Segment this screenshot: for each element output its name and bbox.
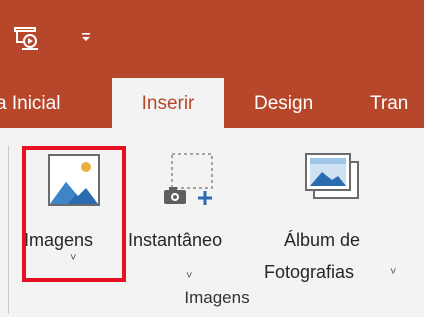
powerpoint-ribbon: a Inicial Inserir Design Tran Imagens ˅: [0, 0, 424, 317]
chevron-down-icon: ˅: [390, 266, 397, 278]
presenter-icon[interactable]: [12, 24, 42, 54]
ribbon-tabs: a Inicial Inserir Design Tran: [0, 78, 424, 130]
photo-album-label-line1: Álbum de: [284, 230, 361, 250]
screenshot-button-label: Instantâneo: [128, 230, 223, 250]
group-label-images: Imagens: [184, 288, 250, 307]
photo-album-icon: [305, 153, 359, 199]
photo-album-label-line2: Fotografias: [264, 262, 355, 282]
tab-transitions[interactable]: Tran: [370, 78, 408, 128]
screenshot-icon: [164, 153, 213, 205]
highlight-box: [22, 146, 126, 282]
title-bar: [0, 0, 424, 78]
customize-qat-icon[interactable]: [74, 25, 98, 49]
tab-design[interactable]: Design: [254, 78, 313, 128]
chevron-down-icon: ˅: [186, 270, 193, 282]
photo-album-button[interactable]: Álbum de Fotografias ˅: [262, 146, 402, 286]
ribbon-panel: Imagens ˅ Instantâneo ˅ Álbum de Fotogra…: [0, 128, 424, 317]
tab-insert[interactable]: Inserir: [112, 78, 224, 130]
tab-home[interactable]: a Inicial: [0, 78, 60, 128]
screenshot-button[interactable]: Instantâneo ˅: [128, 146, 254, 282]
